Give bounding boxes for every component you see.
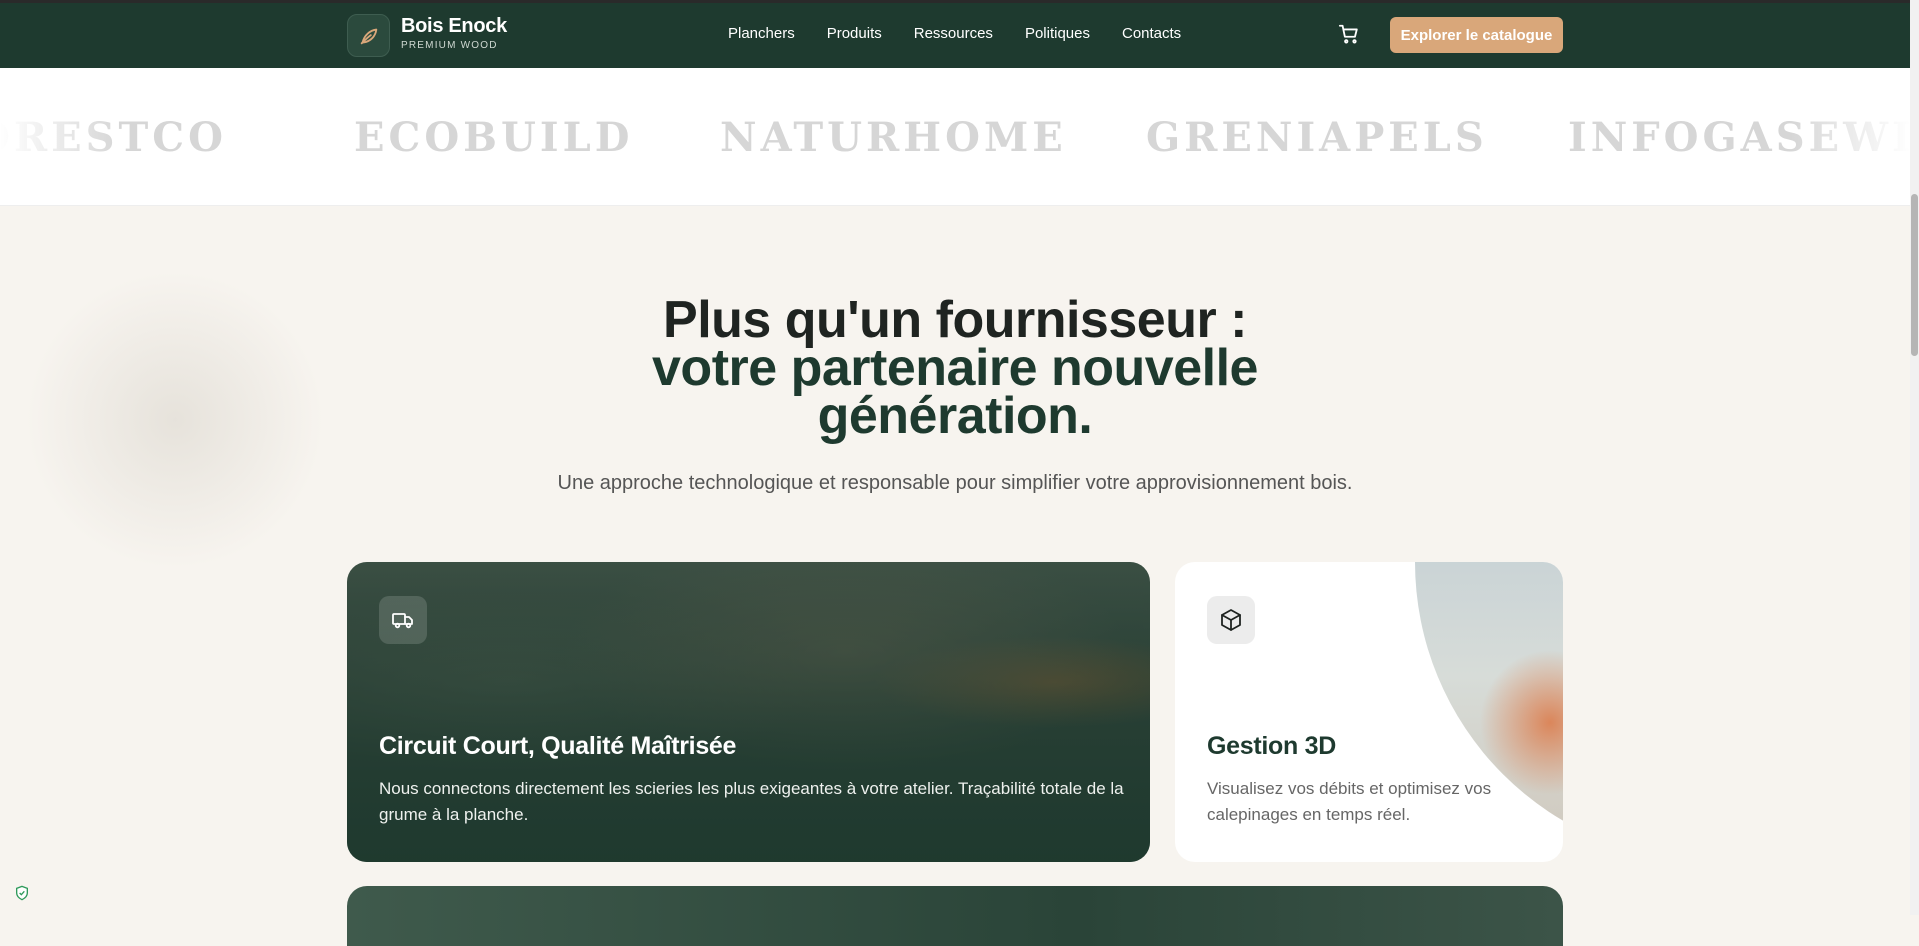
partner-logo: ECOBUILD [354, 114, 634, 161]
cart-icon[interactable] [1338, 23, 1360, 45]
scrollbar-thumb[interactable] [1911, 194, 1918, 356]
card-title: Circuit Court, Qualité Maîtrisée [379, 732, 737, 760]
headline-line-2: votre partenaire nouvelle génération. [652, 339, 1258, 445]
brand-tagline: PREMIUM WOOD [401, 40, 498, 51]
nav-link-produits[interactable]: Produits [827, 25, 882, 42]
main-nav: Planchers Produits Ressources Politiques… [728, 25, 1181, 42]
logo-leaf-icon[interactable] [347, 14, 390, 57]
fade-left [0, 68, 120, 205]
partner-logo: NATURHOME [720, 114, 1067, 161]
fade-right [1790, 68, 1910, 205]
scrollbar-track[interactable] [1910, 0, 1919, 915]
feature-card-partial[interactable] [347, 886, 1563, 946]
partner-logos-strip: ORESTCO ECOBUILD NATURHOME GRENIAPELS IN… [0, 68, 1910, 206]
card-description: Visualisez vos débits et optimisez vos c… [1207, 779, 1492, 824]
feature-card-3d-management[interactable]: Gestion 3D Visualisez vos débits et opti… [1175, 562, 1563, 862]
section-headline: Plus qu'un fournisseur : votre partenair… [0, 291, 1910, 445]
nav-link-ressources[interactable]: Ressources [914, 25, 993, 42]
brand-name[interactable]: Bois Enock [401, 15, 507, 38]
headline-line-1: Plus qu'un fournisseur : [663, 291, 1247, 349]
nav-link-politiques[interactable]: Politiques [1025, 25, 1090, 42]
card-title: Gestion 3D [1207, 732, 1336, 760]
explore-catalog-button[interactable]: Explorer le catalogue [1390, 17, 1563, 53]
shield-icon[interactable] [14, 885, 30, 901]
card-description: Nous connectons directement les scieries… [379, 779, 1124, 824]
top-navigation-bar: Bois Enock PREMIUM WOOD Planchers Produi… [0, 0, 1910, 68]
cube-icon [1207, 596, 1255, 644]
partner-logo: GRENIAPELS [1146, 114, 1488, 161]
nav-link-contacts[interactable]: Contacts [1122, 25, 1181, 42]
nav-link-planchers[interactable]: Planchers [728, 25, 795, 42]
truck-icon [379, 596, 427, 644]
feature-card-short-circuit[interactable]: Circuit Court, Qualité Maîtrisée Nous co… [347, 562, 1150, 862]
section-subtitle: Une approche technologique et responsabl… [557, 472, 1353, 494]
